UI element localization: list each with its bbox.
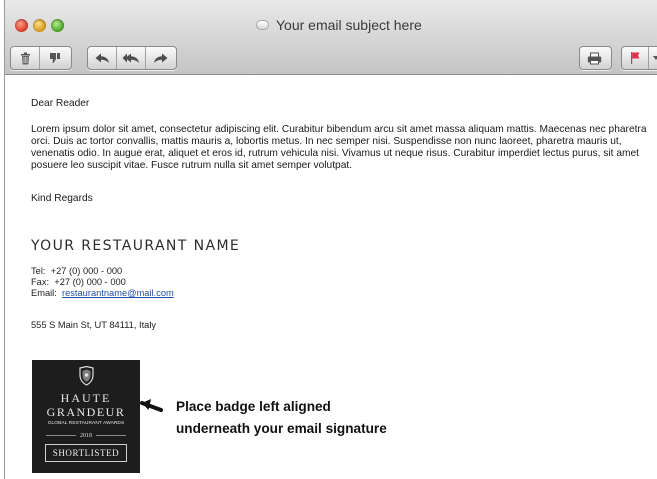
chevron-down-icon	[653, 56, 657, 60]
instruction-line-2: underneath your email signature	[176, 421, 387, 436]
tel-label: Tel:	[31, 266, 46, 276]
close-window-button[interactable]	[15, 19, 28, 32]
window-title: Your email subject here	[256, 15, 422, 35]
restaurant-address: 555 S Main St, UT 84111, Italy	[31, 320, 157, 330]
email-link[interactable]: restaurantname@mail.com	[62, 288, 174, 298]
fax-value: +27 (0) 000 - 000	[54, 277, 126, 287]
minimize-window-button[interactable]	[33, 19, 46, 32]
email-closing: Kind Regards	[31, 193, 93, 204]
fax-label: Fax:	[31, 277, 50, 287]
email-paragraph: Lorem ipsum dolor sit amet, consectetur …	[31, 124, 647, 171]
print-button[interactable]	[580, 47, 609, 69]
mail-document-icon	[256, 20, 269, 30]
badge-awards-subtitle: GLOBAL RESTAURANT AWARDS	[47, 421, 125, 426]
arrow-icon	[140, 399, 163, 412]
badge-placement-instruction: Place badge left aligned underneath your…	[176, 396, 387, 440]
forward-button[interactable]	[146, 47, 175, 69]
trash-icon	[20, 52, 30, 64]
window-titlebar: Your email subject here	[5, 0, 657, 75]
reply-icon	[95, 53, 109, 63]
flag-icon	[630, 52, 639, 64]
email-subject: Your email subject here	[276, 17, 422, 33]
print-toolbar-group	[579, 46, 612, 70]
delete-button[interactable]	[11, 47, 40, 69]
flag-toolbar-group	[621, 46, 657, 70]
tel-value: +27 (0) 000 - 000	[50, 266, 123, 276]
restaurant-name: YOUR RESTAURANT NAME	[31, 238, 241, 254]
email-message-body: Dear Reader Lorem ipsum dolor sit amet, …	[5, 75, 657, 479]
badge-title-grandeur: GRANDEUR	[46, 405, 126, 419]
forward-icon	[154, 53, 168, 63]
haute-grandeur-badge: HAUTE GRANDEUR GLOBAL RESTAURANT AWARDS …	[32, 360, 140, 473]
email-row: Email: restaurantname@mail.com	[31, 288, 174, 299]
reply-all-button[interactable]	[117, 47, 146, 69]
printer-icon	[587, 52, 602, 64]
reply-button[interactable]	[88, 47, 117, 69]
mail-window: Your email subject here Dear Reader Lore…	[4, 0, 657, 479]
flag-menu-button[interactable]	[649, 47, 657, 69]
tel-row: Tel: +27 (0) 000 - 000	[31, 266, 174, 277]
zoom-window-button[interactable]	[51, 19, 64, 32]
delete-junk-toolbar-group	[10, 46, 72, 70]
junk-button[interactable]	[40, 47, 69, 69]
thumbs-down-icon	[50, 53, 60, 63]
flag-button[interactable]	[622, 47, 649, 69]
instruction-line-1: Place badge left aligned	[176, 399, 331, 414]
badge-status-frame: SHORTLISTED	[45, 444, 127, 462]
email-label: Email:	[31, 288, 57, 298]
reply-all-icon	[122, 53, 139, 63]
badge-year: 2018	[32, 433, 140, 439]
fax-row: Fax: +27 (0) 000 - 000	[31, 277, 174, 288]
badge-title-haute: HAUTE	[60, 391, 112, 405]
contact-details: Tel: +27 (0) 000 - 000 Fax: +27 (0) 000 …	[31, 266, 174, 299]
crest-icon	[79, 366, 94, 386]
badge-status: SHORTLISTED	[52, 448, 120, 458]
reply-toolbar-group	[87, 46, 177, 70]
email-greeting: Dear Reader	[31, 98, 90, 109]
